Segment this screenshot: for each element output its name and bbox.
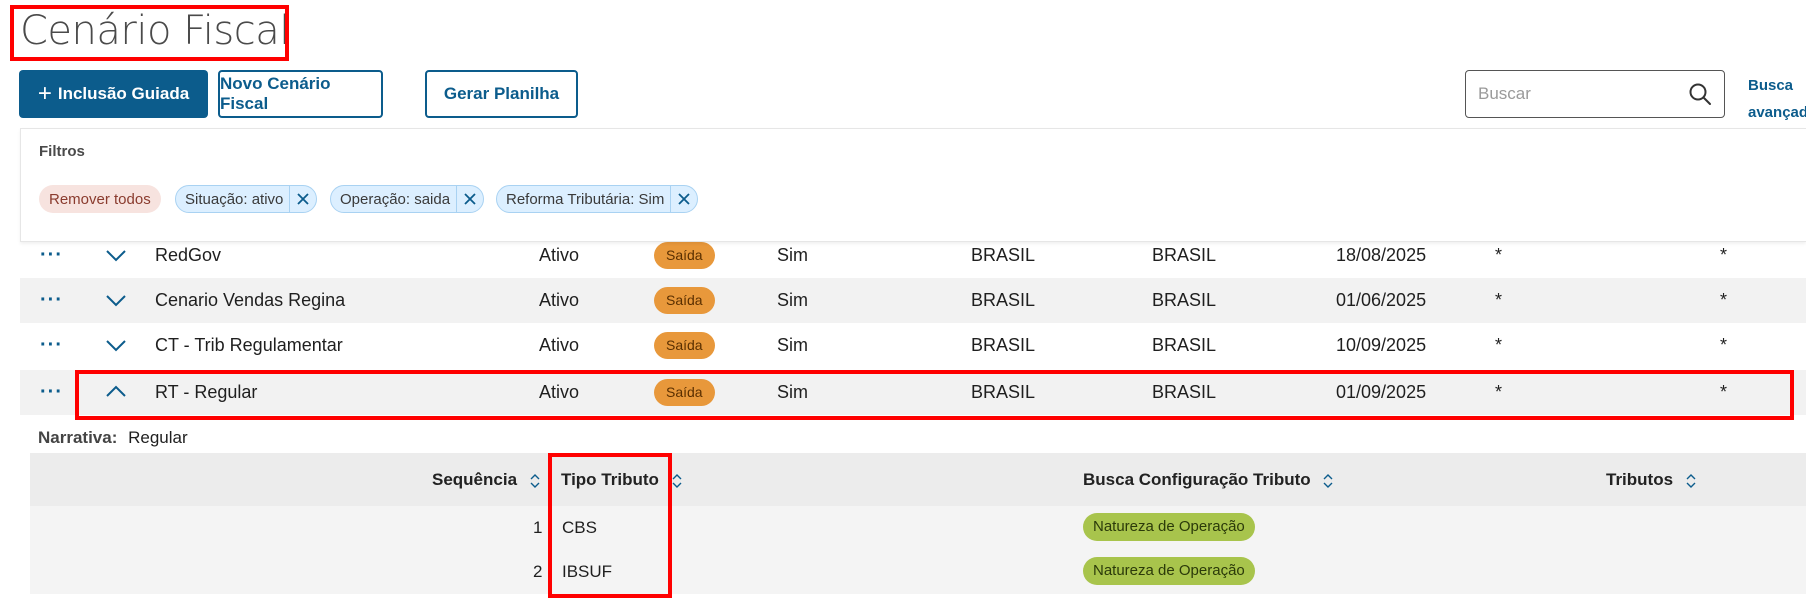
search-box [1465, 70, 1725, 118]
sort-icon[interactable] [1323, 473, 1333, 489]
filter-chip-situacao[interactable]: Situação: ativo [175, 185, 318, 213]
header-tributos[interactable]: Tributos [1606, 453, 1696, 506]
header-sequencia-label: Sequência [432, 470, 518, 489]
subtable-row: 1 CBS Natureza de Operação [30, 506, 1806, 550]
header-sequencia[interactable]: Sequência [432, 453, 540, 506]
cell-c1: * [1495, 290, 1503, 310]
cell-c2: * [1720, 290, 1728, 310]
chevron-down-icon[interactable] [104, 334, 128, 356]
cell-c2: * [1720, 335, 1728, 355]
filters-label: Filtros [39, 143, 85, 160]
cell-status: Ativo [539, 335, 580, 355]
operation-badge: Saída [654, 287, 715, 314]
plus-icon: + [37, 80, 52, 107]
sort-icon[interactable] [1686, 473, 1696, 489]
operation-badge: Saída [654, 242, 715, 269]
narrativa-label: Narrativa: [38, 428, 118, 447]
cell-destination: BRASIL [1152, 335, 1217, 355]
filter-chip-operacao[interactable]: Operação: saida [330, 185, 485, 213]
narrativa-value: Regular [128, 428, 188, 447]
novo-cenario-fiscal-button[interactable]: Novo Cenário Fiscal [218, 70, 383, 118]
inclusao-guiada-label: Inclusão Guiada [57, 84, 190, 103]
title-highlight-box [10, 5, 289, 61]
cell-destination: BRASIL [1152, 290, 1217, 310]
table-row[interactable]: ··· CT - Trib Regulamentar Ativo Saída S… [20, 323, 1806, 368]
cell-sequencia: 1 [533, 518, 543, 537]
cell-name: Cenario Vendas Regina [155, 290, 346, 310]
narrativa: Narrativa: Regular [38, 428, 188, 448]
cell-c1: * [1495, 335, 1503, 355]
inclusao-guiada-button[interactable]: + Inclusão Guiada [19, 70, 208, 118]
busca-avancada-line2: avançada [1748, 104, 1806, 121]
filters-panel: Filtros Remover todos Situação: ativo Op… [20, 128, 1806, 242]
busca-config-badge: Natureza de Operação [1083, 513, 1255, 541]
operation-badge: Saída [654, 332, 715, 359]
cell-sequencia: 2 [533, 562, 543, 581]
search-input[interactable] [1476, 71, 1680, 117]
filter-chip-label: Operação: saida [340, 190, 451, 208]
cell-reform: Sim [777, 335, 808, 355]
close-icon[interactable] [670, 186, 697, 212]
filter-chip-label: Reforma Tributária: Sim [506, 190, 665, 208]
close-icon[interactable] [456, 186, 483, 212]
filter-chip-reforma[interactable]: Reforma Tributária: Sim [496, 185, 699, 213]
table-row[interactable]: ··· Cenario Vendas Regina Ativo Saída Si… [20, 278, 1806, 323]
row-actions-button[interactable]: ··· [40, 278, 63, 323]
tributos-subtable: Sequência Tipo Tributo Busca Configuraçã… [30, 453, 1806, 603]
subtable-header: Sequência Tipo Tributo Busca Configuraçã… [30, 453, 1806, 506]
cell-date: 10/09/2025 [1336, 335, 1427, 355]
cell-reform: Sim [777, 290, 808, 310]
cell-date: 01/06/2025 [1336, 290, 1427, 310]
sort-icon[interactable] [530, 473, 540, 489]
busca-avancada-line1: Busca [1748, 77, 1794, 94]
search-icon[interactable] [1688, 82, 1712, 106]
tipo-tributo-highlight-box [548, 453, 672, 598]
filter-chip-label: Situação: ativo [185, 190, 284, 208]
remove-all-filters-chip[interactable]: Remover todos [39, 185, 161, 213]
row-actions-button[interactable]: ··· [40, 370, 63, 415]
busca-config-badge: Natureza de Operação [1083, 557, 1255, 585]
cell-name: CT - Trib Regulamentar [155, 335, 343, 355]
sort-icon[interactable] [672, 473, 682, 489]
row-actions-button[interactable]: ··· [40, 323, 63, 368]
row-highlight-box [75, 370, 1794, 420]
header-busca-configuracao[interactable]: Busca Configuração Tributo [1083, 453, 1333, 506]
cell-status: Ativo [539, 290, 580, 310]
chevron-down-icon[interactable] [104, 289, 128, 311]
cell-origin: BRASIL [971, 290, 1036, 310]
chevron-down-icon[interactable] [104, 244, 128, 266]
close-icon[interactable] [289, 186, 316, 212]
header-tributos-label: Tributos [1606, 470, 1674, 489]
gerar-planilha-button[interactable]: Gerar Planilha [425, 70, 578, 118]
busca-avancada-link[interactable]: Busca avançada [1748, 72, 1806, 126]
subtable-row: 2 IBSUF Natureza de Operação [30, 550, 1806, 594]
cell-origin: BRASIL [971, 335, 1036, 355]
header-busca-label: Busca Configuração Tributo [1083, 470, 1311, 489]
